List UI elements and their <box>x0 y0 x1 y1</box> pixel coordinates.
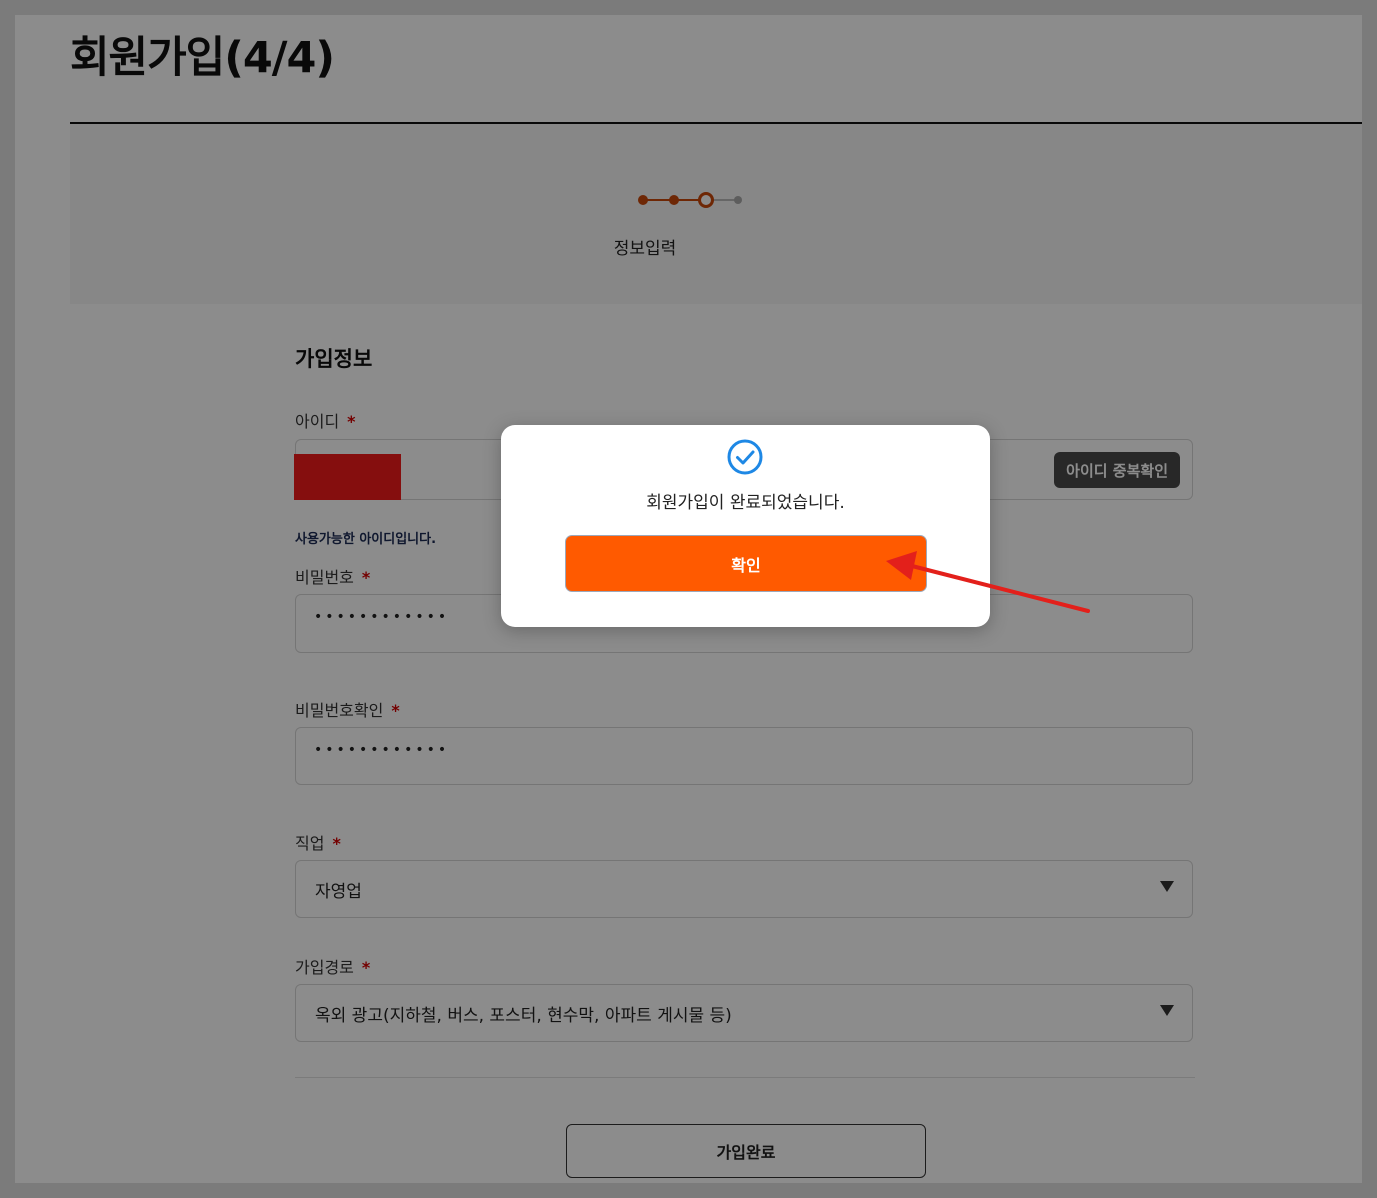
signup-complete-dialog: 회원가입이 완료되었습니다. 확인 <box>501 425 990 627</box>
check-circle-icon <box>726 438 764 480</box>
confirm-button[interactable]: 확인 <box>565 535 927 592</box>
dialog-message: 회원가입이 완료되었습니다. <box>646 493 845 513</box>
